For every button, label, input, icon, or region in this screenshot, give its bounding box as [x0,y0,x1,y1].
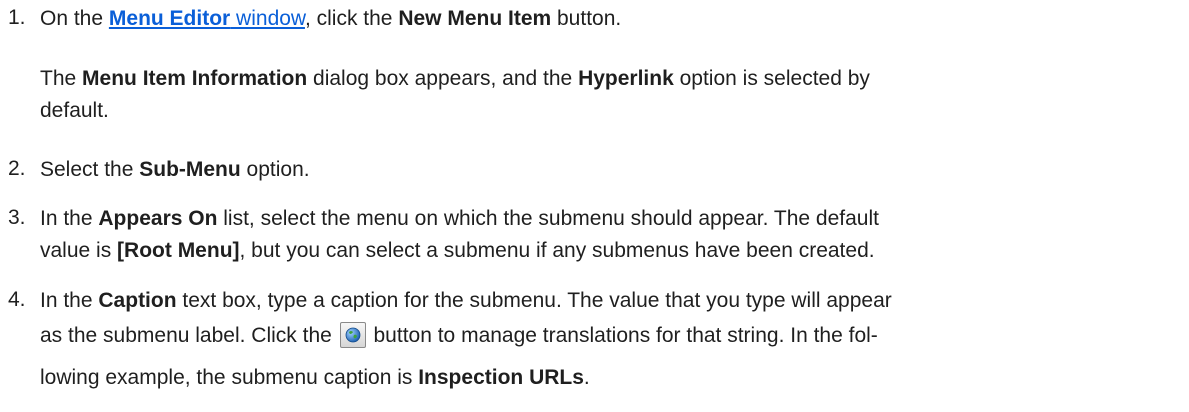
text: , but you can select a submenu if any su… [239,239,875,262]
menu-editor-window-link[interactable]: Menu Editor window [109,7,305,30]
text: On the [40,7,109,30]
step-number: 2. [8,157,26,180]
globe-icon [345,327,361,343]
step-4-line-3: lowing example, the submenu caption is I… [40,365,590,390]
step-number: 3. [8,206,26,229]
step-3-line-1: In the Appears On list, select the menu … [40,206,879,231]
text: button. [551,7,622,30]
text: , click the [304,7,399,30]
step-1-line-1: On the Menu Editor window, click the New… [40,6,621,31]
translations-button[interactable] [339,322,366,348]
link-text: window [230,7,305,30]
appears-on-term: Appears On [98,207,218,230]
text: In the [40,289,99,312]
menu-item-information-term: Menu Item Information [82,67,308,90]
root-menu-term: [Root Menu] [117,239,240,262]
step-2-line-1: Select the Sub-Menu option. [40,157,310,182]
text: button to manage translations for that s… [367,324,878,347]
inspection-urls-term: Inspection URLs [418,366,584,389]
link-bold-text: Menu Editor [108,7,231,30]
hyperlink-term: Hyperlink [578,67,674,90]
text: dialog box appears, and the [307,67,579,90]
step-1-note-line-2: default. [40,98,109,123]
text: option is selected by [673,67,870,90]
step-3-line-2: value is [Root Menu], but you can select… [40,238,875,263]
text: default. [40,99,109,122]
text: The [40,67,83,90]
step-number: 4. [8,288,26,311]
text: text box, type a caption for the submenu… [176,289,892,312]
text: value is [40,239,118,262]
step-1-note-line-1: The Menu Item Information dialog box app… [40,66,870,91]
text: list, select the menu on which the subme… [217,207,879,230]
step-4-line-1: In the Caption text box, type a caption … [40,288,892,313]
text: option. [240,158,310,181]
text: . [583,366,590,389]
text: Select the [40,158,140,181]
step-4-line-2: as the submenu label. Click the button t… [40,322,878,348]
caption-term: Caption [98,289,177,312]
document-body: 1. On the Menu Editor window, click the … [0,0,1189,412]
text: In the [40,207,99,230]
sub-menu-term: Sub-Menu [139,158,241,181]
text: lowing example, the submenu caption is [40,366,419,389]
step-number: 1. [8,6,26,29]
text: as the submenu label. Click the [40,324,338,347]
new-menu-item-term: New Menu Item [398,7,552,30]
